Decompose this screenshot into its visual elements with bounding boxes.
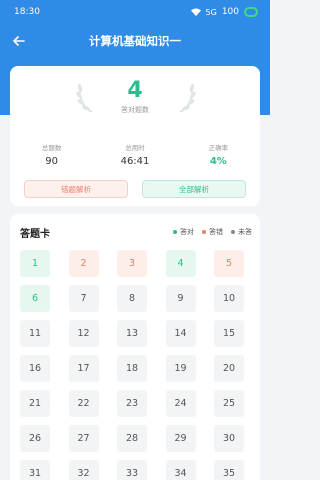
question-cell[interactable]: 27	[68, 425, 99, 452]
stat-label: 正确率	[208, 144, 229, 152]
question-cell[interactable]: 34	[165, 460, 196, 480]
correct-count-label: 答对题数	[121, 106, 149, 114]
question-cell[interactable]: 6	[20, 285, 50, 312]
question-cell[interactable]: 13	[117, 320, 147, 347]
question-cell[interactable]: 15	[214, 320, 244, 347]
all-analysis-button[interactable]: 全部解析	[142, 180, 246, 198]
question-cell[interactable]: 29	[165, 425, 196, 452]
question-cell[interactable]: 7	[68, 285, 99, 312]
stat-total-questions: 总题数 90	[10, 142, 93, 178]
question-cell[interactable]: 10	[214, 285, 244, 312]
stat-value: 90	[45, 156, 59, 167]
question-cell[interactable]: 16	[20, 355, 50, 382]
legend-dot-icon	[202, 230, 206, 234]
question-cell[interactable]: 12	[68, 320, 99, 347]
question-cell[interactable]: 21	[20, 390, 50, 417]
question-cell[interactable]: 28	[117, 425, 147, 452]
question-cell[interactable]: 14	[165, 320, 196, 347]
legend: 答对 答错 未答	[173, 227, 252, 237]
wrong-analysis-button[interactable]: 错题解析	[24, 180, 128, 198]
stat-label: 总题数	[41, 144, 62, 152]
legend-dot-icon	[173, 230, 177, 234]
question-cell[interactable]: 33	[117, 460, 147, 480]
question-cell[interactable]: 18	[117, 355, 147, 382]
question-cell[interactable]: 3	[117, 250, 147, 277]
question-cell[interactable]: 1	[20, 250, 50, 277]
question-cell[interactable]: 17	[68, 355, 99, 382]
question-cell[interactable]: 24	[165, 390, 196, 417]
stat-value: 46:41	[120, 156, 150, 167]
battery-icon	[244, 7, 258, 17]
stat-label: 总用时	[125, 144, 145, 152]
question-cell[interactable]: 32	[68, 460, 99, 480]
legend-item: 未答	[231, 227, 252, 237]
answer-sheet-title: 答题卡	[20, 228, 50, 240]
question-cell[interactable]: 35	[214, 460, 244, 480]
legend-label: 未答	[238, 228, 252, 236]
question-cell[interactable]: 11	[20, 320, 50, 347]
question-cell[interactable]: 26	[20, 425, 50, 452]
nav-header: 计算机基础知识一	[0, 28, 270, 54]
status-time: 18:30	[14, 7, 40, 17]
stat-total-time: 总用时 46:41	[93, 142, 176, 178]
question-cell[interactable]: 2	[68, 250, 99, 277]
signal-icon: 5G	[205, 7, 217, 17]
stat-value: 4%	[209, 156, 227, 167]
status-bar: 18:30 5G 100	[0, 0, 270, 24]
score-block: 4 答对题数	[10, 78, 260, 122]
question-cell[interactable]: 30	[214, 425, 244, 452]
page-title: 计算机基础知识一	[89, 34, 181, 48]
question-cell[interactable]: 8	[117, 285, 147, 312]
result-summary-card: 4 答对题数 总题数 90 总用时 46:41 正确率 4% 错题解析 全部解析	[10, 66, 260, 206]
question-cell[interactable]: 25	[214, 390, 244, 417]
question-cell[interactable]: 20	[214, 355, 244, 382]
question-cell[interactable]: 23	[117, 390, 147, 417]
answer-sheet-header: 答题卡 答对 答错 未答	[20, 224, 252, 240]
battery-level: 100	[221, 7, 239, 17]
legend-label: 答对	[180, 228, 194, 236]
answer-sheet-card: 答题卡 答对 答错 未答 1 2 3 4 5 6 7 8 9 10 11 12 13 14 15 16 17 18 19…	[10, 214, 260, 480]
back-arrow-icon[interactable]	[10, 32, 28, 50]
wifi-icon	[190, 8, 201, 16]
correct-count: 4	[127, 78, 143, 103]
question-cell[interactable]: 4	[165, 250, 196, 277]
legend-label: 答错	[209, 228, 223, 236]
question-cell[interactable]: 9	[165, 285, 196, 312]
stat-accuracy: 正确率 4%	[177, 142, 260, 178]
question-cell[interactable]: 5	[214, 250, 244, 277]
stats-row: 总题数 90 总用时 46:41 正确率 4%	[10, 142, 260, 178]
question-cell[interactable]: 31	[20, 460, 50, 480]
question-cell[interactable]: 22	[68, 390, 99, 417]
question-cell[interactable]: 19	[165, 355, 196, 382]
legend-item: 答对	[173, 227, 194, 237]
legend-dot-icon	[231, 230, 235, 234]
legend-item: 答错	[202, 227, 223, 237]
question-grid: 1 2 3 4 5 6 7 8 9 10 11 12 13 14 15 16 17 18 19 20 21 22 23 24 2…	[20, 250, 244, 480]
